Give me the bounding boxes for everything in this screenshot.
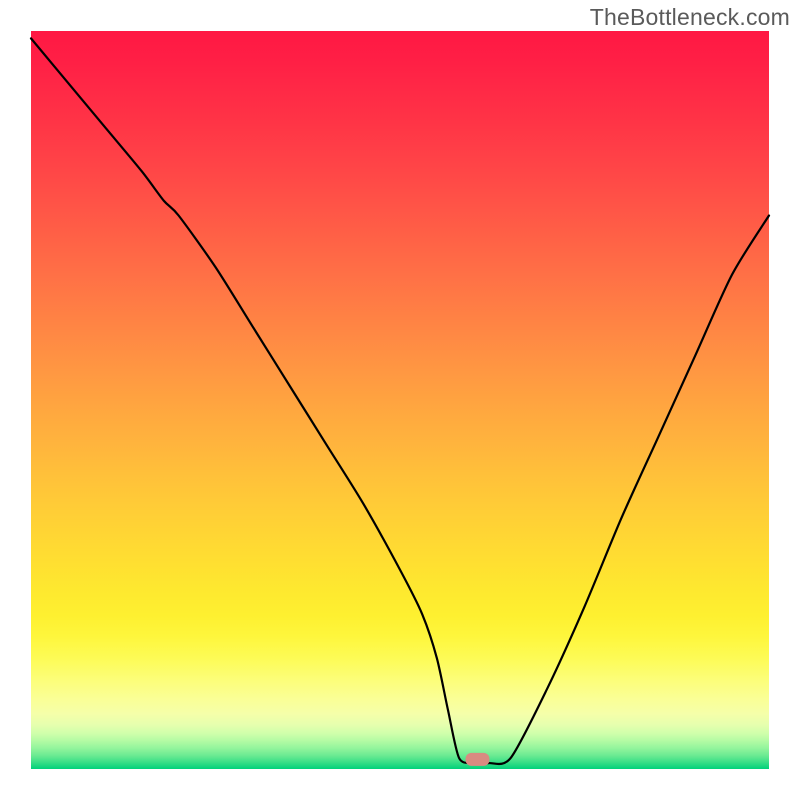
- watermark-text: TheBottleneck.com: [590, 4, 790, 31]
- plot-background: [31, 31, 769, 769]
- bottleneck-chart: [0, 0, 800, 800]
- chart-container: TheBottleneck.com: [0, 0, 800, 800]
- optimal-marker: [465, 753, 489, 766]
